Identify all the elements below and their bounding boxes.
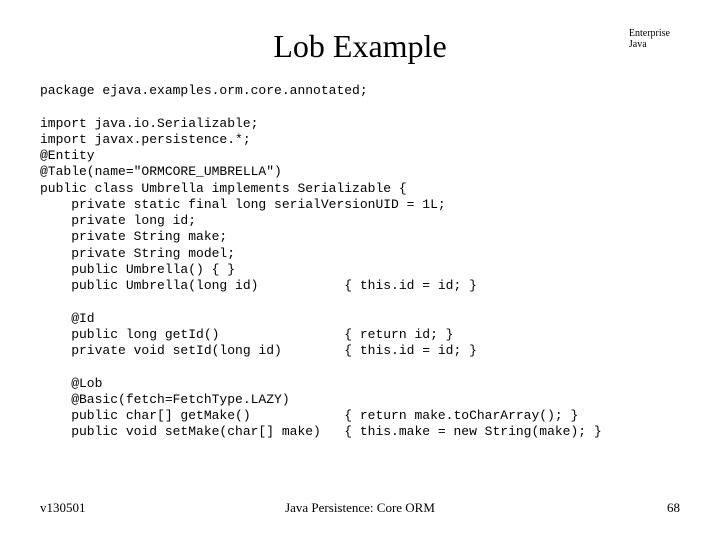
footer: v130501 Java Persistence: Core ORM 68 xyxy=(40,500,680,516)
footer-page-number: 68 xyxy=(667,500,680,516)
slide-title: Lob Example xyxy=(40,28,680,65)
corner-line2: Java xyxy=(629,39,670,50)
footer-title: Java Persistence: Core ORM xyxy=(40,500,680,516)
corner-label: Enterprise Java xyxy=(629,28,670,50)
corner-line1: Enterprise xyxy=(629,28,670,39)
code-block: package ejava.examples.orm.core.annotate… xyxy=(40,83,680,441)
footer-version: v130501 xyxy=(40,500,86,516)
